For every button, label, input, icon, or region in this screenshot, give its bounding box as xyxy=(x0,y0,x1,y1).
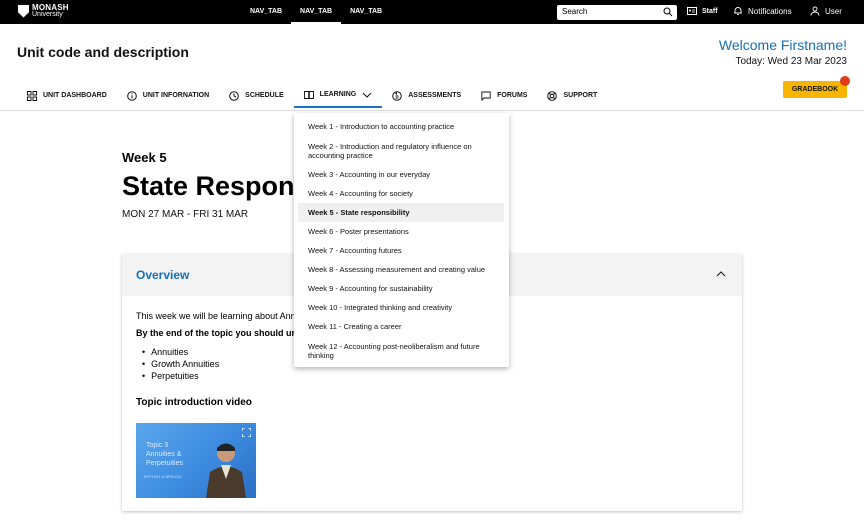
search-icon[interactable] xyxy=(663,7,673,17)
tab-unit-dashboard[interactable]: UNIT DASHBOARD xyxy=(17,83,117,108)
bell-icon xyxy=(734,7,742,15)
user-icon xyxy=(810,6,820,16)
menu-item-week-3[interactable]: Week 3 - Accounting in our everyday xyxy=(298,165,504,184)
logo-line1: MONASH xyxy=(32,3,69,12)
menu-item-week-1[interactable]: Week 1 - Introduction to accounting prac… xyxy=(298,117,504,136)
logo-line2: University xyxy=(32,11,63,18)
tab-label: FORUMS xyxy=(497,92,528,99)
menu-item-week-5[interactable]: Week 5 - State responsibility xyxy=(298,203,504,222)
learning-dropdown-menu: Week 1 - Introduction to accounting prac… xyxy=(294,113,509,367)
menu-item-week-11[interactable]: Week 11 - Creating a career xyxy=(298,317,504,336)
week-title: State Responsibility xyxy=(122,171,300,201)
gradebook-button[interactable]: GRADEBOOK xyxy=(783,76,850,98)
menu-item-week-7[interactable]: Week 7 - Accounting futures xyxy=(298,241,504,260)
tab-label: UNIT DASHBOARD xyxy=(43,92,107,99)
monash-logo[interactable]: MONASH University xyxy=(18,4,69,18)
tab-label: LEARNING xyxy=(319,91,357,98)
tab-learning[interactable]: LEARNING xyxy=(293,83,383,108)
topic-list: Annuities Growth Annuities Perpetuities xyxy=(142,346,219,382)
tab-schedule[interactable]: SCHEDULE xyxy=(219,83,294,108)
chevron-up-icon[interactable] xyxy=(716,269,726,279)
menu-item-week-2[interactable]: Week 2 - Introduction and regulatory inf… xyxy=(298,136,504,165)
menu-item-week-9[interactable]: Week 9 - Accounting for sustainability xyxy=(298,279,504,298)
video-title: Topic 3 Annuities & Perpetuities xyxy=(146,442,183,467)
search-input[interactable]: Search xyxy=(557,5,677,20)
fullscreen-icon[interactable] xyxy=(242,428,251,437)
presenter-image xyxy=(206,443,246,498)
menu-item-week-10[interactable]: Week 10 - Integrated thinking and creati… xyxy=(298,298,504,317)
top-bar: MONASH University NAV_TAB NAV_TAB NAV_TA… xyxy=(0,0,864,24)
tab-assessments[interactable]: ASSESSMENTS xyxy=(382,83,471,108)
notifications-button[interactable]: Notifications xyxy=(733,6,792,16)
search-placeholder: Search xyxy=(562,7,588,16)
today-date: Today: Wed 23 Mar 2023 xyxy=(735,56,847,67)
video-heading: Topic introduction video xyxy=(136,397,252,408)
list-item: Growth Annuities xyxy=(142,358,219,370)
nav-tab-1[interactable]: NAV_TAB xyxy=(241,0,291,24)
tab-label: SCHEDULE xyxy=(245,92,284,99)
unit-nav: UNIT DASHBOARD UNIT INFORNATION SCHEDULE… xyxy=(17,83,607,110)
tab-label: UNIT INFORNATION xyxy=(142,92,210,99)
tab-forums[interactable]: FORUMS xyxy=(471,83,537,108)
nav-tab-3[interactable]: NAV_TAB xyxy=(341,0,391,24)
overview-lead: This week we will be learning about Annu… xyxy=(136,311,301,321)
shield-icon xyxy=(18,4,29,18)
nav-tab-2[interactable]: NAV_TAB xyxy=(291,0,342,24)
list-item: Annuities xyxy=(142,346,219,358)
info-icon xyxy=(126,90,137,101)
top-nav: NAV_TAB NAV_TAB NAV_TAB xyxy=(241,0,391,24)
video-code: BFF1001 & BFB1001 xyxy=(144,474,183,479)
topic-video[interactable]: Topic 3 Annuities & Perpetuities BFF1001… xyxy=(136,423,256,498)
divider xyxy=(0,110,864,111)
menu-item-week-8[interactable]: Week 8 - Assessing measurement and creat… xyxy=(298,260,504,279)
assessment-icon xyxy=(392,90,403,101)
menu-item-week-4[interactable]: Week 4 - Accounting for society xyxy=(298,184,504,203)
grid-icon xyxy=(27,90,37,101)
menu-item-week-6[interactable]: Week 6 - Poster presentations xyxy=(298,222,504,241)
overview-title: Overview xyxy=(136,268,190,282)
id-card-icon xyxy=(687,7,697,15)
staff-label: Staff xyxy=(702,7,718,15)
list-item: Perpetuities xyxy=(142,370,219,382)
tab-unit-information[interactable]: UNIT INFORNATION xyxy=(117,83,219,108)
week-label: Week 5 xyxy=(122,150,167,165)
menu-item-week-12[interactable]: Week 12 - Accounting post-neoliberalism … xyxy=(298,336,504,365)
lifebuoy-icon xyxy=(547,90,558,101)
tab-label: ASSESSMENTS xyxy=(408,92,462,99)
clock-icon xyxy=(229,90,239,101)
notification-dot xyxy=(840,76,850,86)
user-label: User xyxy=(825,6,842,16)
week-dates: MON 27 MAR - FRI 31 MAR xyxy=(122,209,249,220)
tab-support[interactable]: SUPPORT xyxy=(537,83,607,108)
tab-label: SUPPORT xyxy=(563,92,598,99)
page-title: Unit code and description xyxy=(17,44,189,60)
chat-icon xyxy=(481,91,491,101)
staff-button[interactable]: Staff xyxy=(687,6,718,16)
book-icon xyxy=(303,90,314,99)
overview-goal: By the end of the topic you should under… xyxy=(136,328,301,338)
chevron-down-icon xyxy=(362,92,372,98)
gradebook-label: GRADEBOOK xyxy=(791,86,839,93)
welcome-message: Welcome Firstname! xyxy=(718,37,847,53)
user-button[interactable]: User xyxy=(810,6,842,16)
notifications-label: Notifications xyxy=(748,6,792,16)
